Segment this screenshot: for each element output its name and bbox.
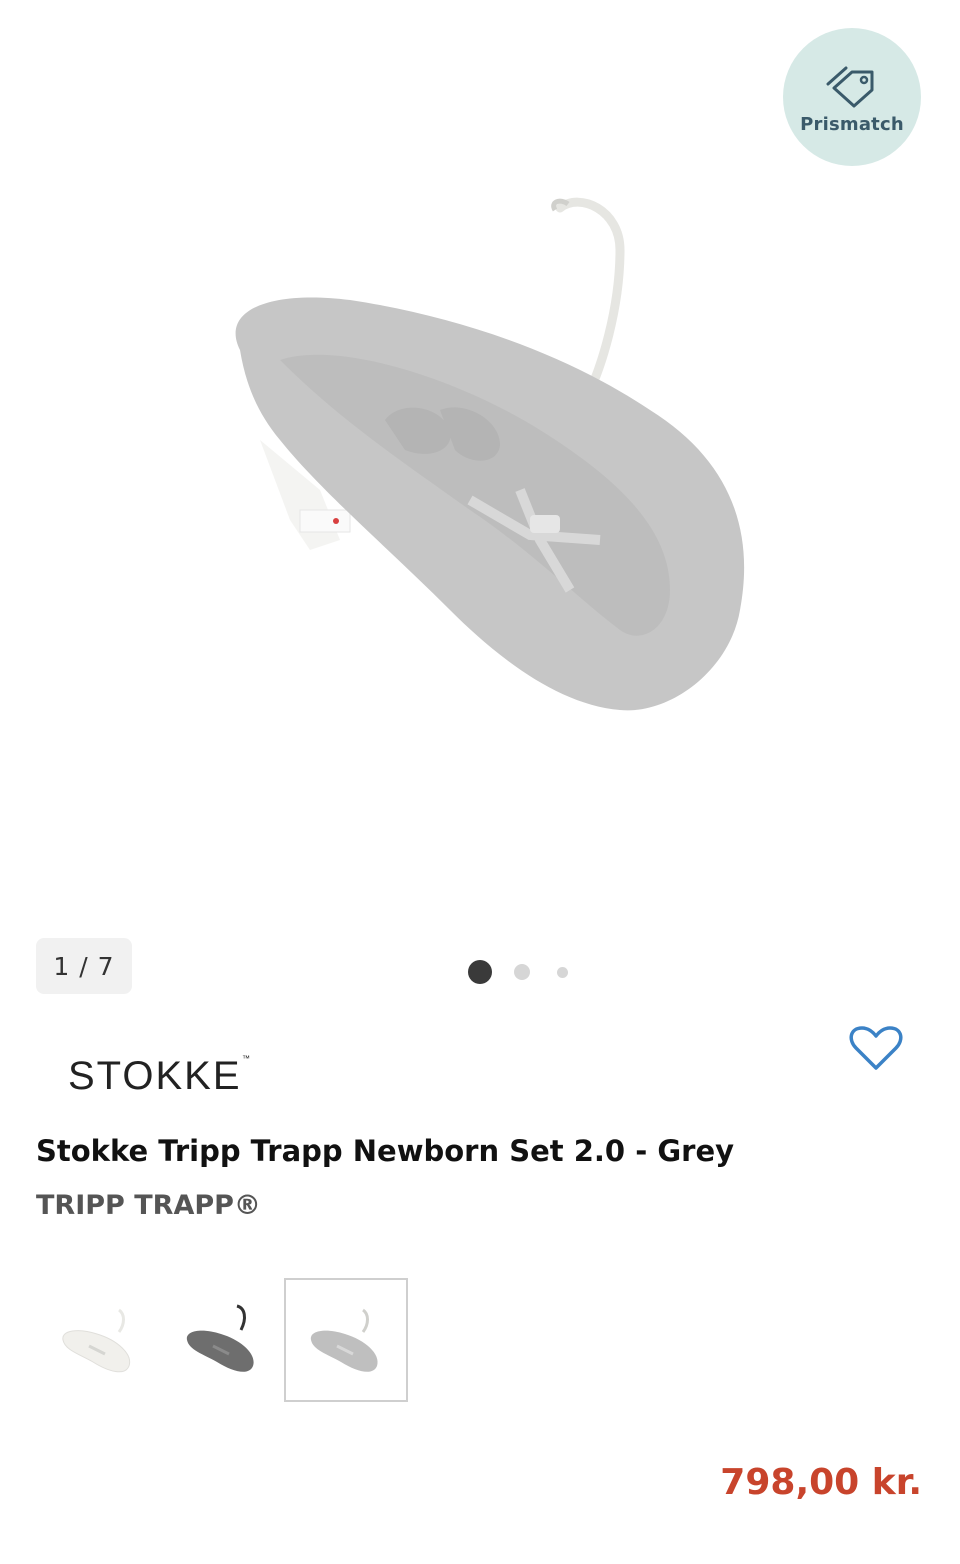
brand-logo[interactable]: STOKKE	[68, 1054, 242, 1099]
newborn-set-grey-thumbnail	[310, 1308, 378, 1372]
variant-dark-grey[interactable]	[160, 1278, 284, 1402]
variant-selector[interactable]	[36, 1278, 408, 1402]
image-counter: 1 / 7	[36, 938, 132, 994]
prismatch-badge[interactable]: Prismatch	[783, 28, 921, 166]
brand-trademark: ™	[242, 1054, 250, 1063]
newborn-set-dark-grey-thumbnail	[186, 1304, 254, 1372]
product-price: 798,00 kr.	[720, 1462, 922, 1503]
newborn-set-product-image	[235, 197, 745, 711]
variant-white[interactable]	[36, 1278, 160, 1402]
pagination-dot[interactable]	[514, 964, 530, 980]
variant-grey[interactable]	[284, 1278, 408, 1402]
heart-outline-icon[interactable]	[848, 1024, 904, 1072]
price-tag-icon	[826, 66, 874, 107]
newborn-set-white-thumbnail	[62, 1308, 131, 1373]
pagination-dot[interactable]	[557, 966, 568, 978]
product-collection[interactable]: TRIPP TRAPP®	[36, 1190, 261, 1221]
gallery-pagination-dots[interactable]	[468, 960, 568, 984]
product-title: Stokke Tripp Trapp Newborn Set 2.0 - Gre…	[36, 1134, 735, 1168]
pagination-dot-active[interactable]	[468, 960, 492, 984]
prismatch-label: Prismatch	[800, 113, 904, 135]
